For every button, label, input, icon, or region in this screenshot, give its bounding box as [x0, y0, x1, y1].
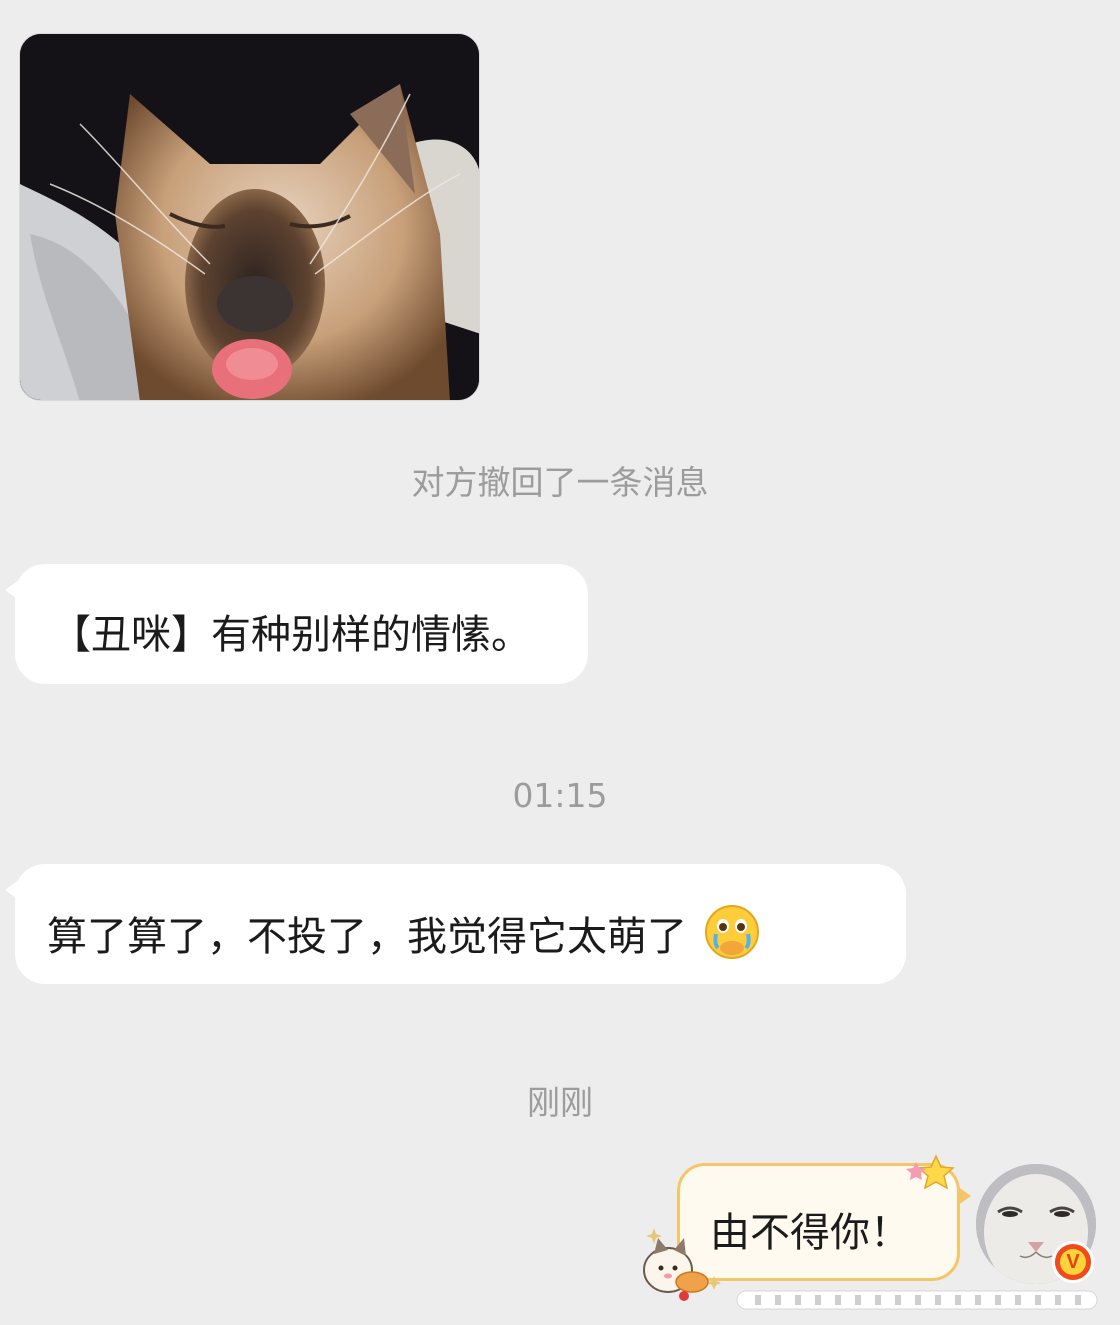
- message-text: 算了算了，不投了，我觉得它太萌了: [47, 914, 687, 960]
- watermark: [736, 1290, 1098, 1310]
- timestamp: 01:15: [512, 776, 608, 815]
- cat-photo-message[interactable]: [19, 33, 480, 401]
- message-text: 【丑咪】有种别样的情愫。: [51, 612, 531, 658]
- received-message-bubble[interactable]: 算了算了，不投了，我觉得它太萌了: [5, 864, 906, 984]
- crying-face-emoji: [704, 905, 759, 959]
- cat-photo: [20, 34, 479, 400]
- message-text: 由不得你！: [710, 1210, 910, 1256]
- received-message-bubble[interactable]: 【丑咪】有种别样的情愫。: [5, 564, 588, 684]
- recall-notice: 对方撤回了一条消息: [411, 463, 709, 502]
- vip-badge-letter: V: [1060, 1249, 1086, 1275]
- sent-message-bubble[interactable]: 由不得你！: [677, 1163, 971, 1281]
- timestamp: 刚刚: [527, 1083, 593, 1122]
- vip-badge-icon: V: [1052, 1241, 1094, 1283]
